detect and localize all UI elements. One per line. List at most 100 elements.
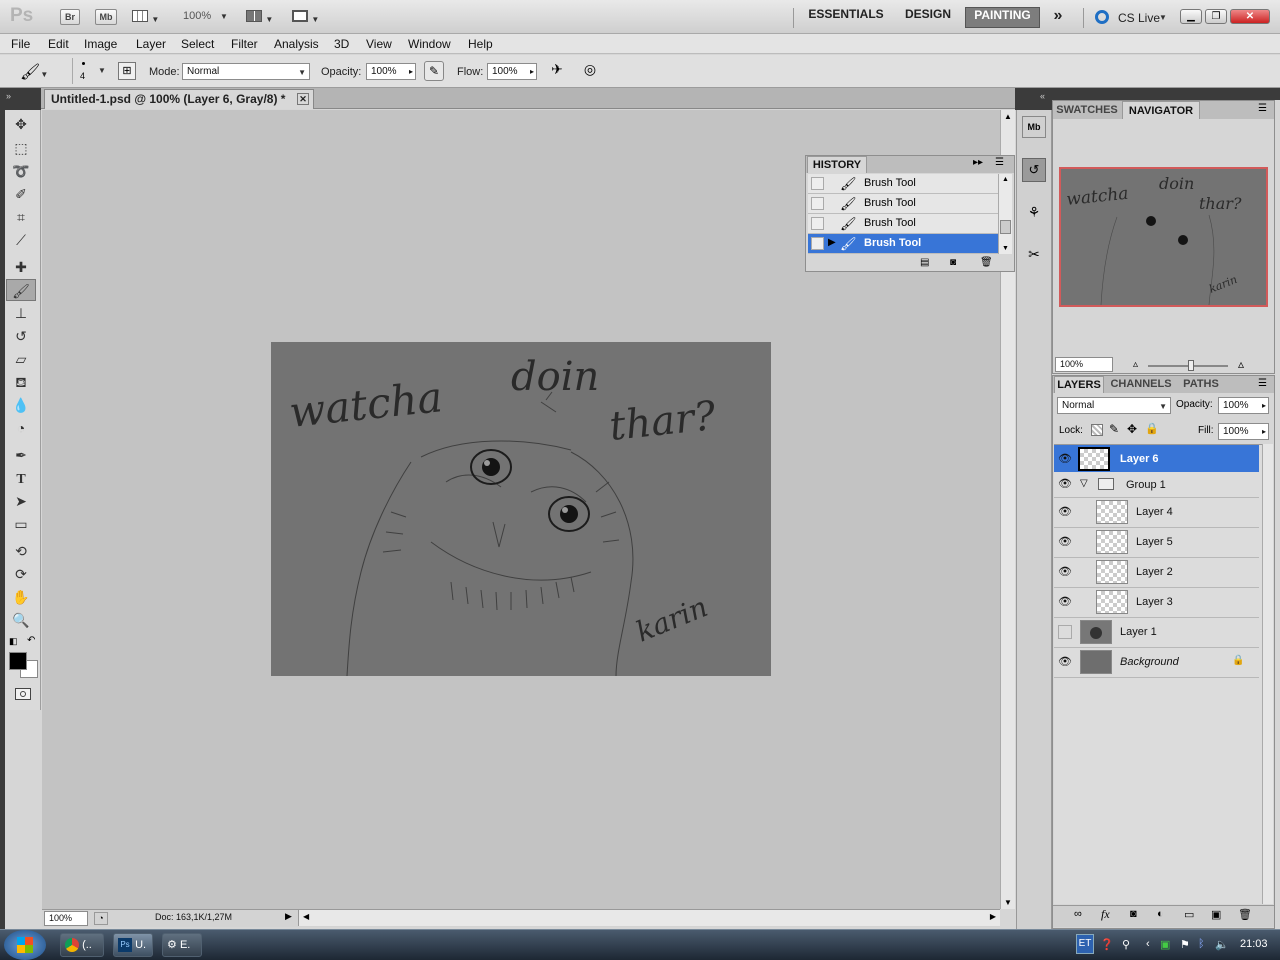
mode-select[interactable]: Normal ▼ [182, 63, 310, 80]
workspace-essentials[interactable]: ESSENTIALS [806, 7, 886, 28]
lock-transparency-icon[interactable] [1091, 424, 1103, 436]
artwork-canvas[interactable]: watcha doin thar? karin [271, 342, 771, 677]
scroll-left-icon[interactable]: ◀ [303, 912, 309, 921]
3d-orbit-tool[interactable]: ⟳ [6, 563, 36, 585]
quick-selection-tool[interactable]: ✐ [6, 183, 36, 205]
eye-icon[interactable]: 👁 [1058, 477, 1072, 491]
navigator-zoom-slider-thumb[interactable] [1188, 360, 1194, 371]
3d-rotate-tool[interactable]: ⟲ [6, 540, 36, 562]
history-item[interactable]: 🖌 Brush Tool [808, 174, 998, 194]
history-snapshot-checkbox[interactable] [811, 197, 824, 210]
lock-pixels-icon[interactable]: ✎ [1109, 422, 1119, 436]
tab-layers[interactable]: LAYERS [1054, 376, 1104, 393]
lasso-tool[interactable]: ➰ [6, 160, 36, 182]
clone-source-icon[interactable]: ✂ [1022, 246, 1046, 268]
navigator-zoom-input[interactable]: 100% [1055, 357, 1113, 372]
new-document-from-state-icon[interactable]: ▤ [920, 257, 929, 268]
pen-tool[interactable]: ✒ [6, 444, 36, 466]
pressure-size-toggle[interactable]: ◎ [580, 61, 600, 81]
new-snapshot-icon[interactable]: ◙ [950, 257, 956, 268]
history-snapshot-checkbox[interactable] [811, 217, 824, 230]
eye-icon[interactable]: 👁 [1058, 505, 1072, 519]
taskbar-button-explorer[interactable]: ⚙ E. [162, 933, 202, 957]
history-snapshot-checkbox[interactable] [811, 177, 824, 190]
blur-tool[interactable]: 💧 [6, 394, 36, 416]
disclosure-triangle-icon[interactable]: ▽ [1080, 478, 1088, 489]
eraser-tool[interactable]: ▱ [6, 348, 36, 370]
status-info-icon[interactable]: ◔ [94, 912, 108, 925]
brush-panel-toggle[interactable]: ⊞ [118, 62, 136, 80]
arrange-documents-button[interactable]: ▼ [246, 10, 280, 24]
status-menu-arrow-icon[interactable]: ▶ [285, 911, 292, 922]
bridge-button[interactable]: Br [60, 9, 80, 25]
eye-icon[interactable]: 👁 [1058, 595, 1072, 609]
tab-navigator[interactable]: NAVIGATOR [1122, 101, 1200, 119]
trash-icon[interactable]: 🗑 [1238, 908, 1252, 921]
layer-row[interactable]: 👁 Layer 6 [1054, 445, 1259, 475]
history-panel-icon[interactable]: ↺ [1022, 158, 1046, 182]
menu-analysis[interactable]: Analysis [274, 37, 319, 51]
menu-layer[interactable]: Layer [136, 37, 166, 51]
tool-preset-picker[interactable]: 🖌▼ [20, 62, 54, 82]
menu-file[interactable]: File [11, 37, 30, 51]
tab-channels[interactable]: CHANNELS [1108, 376, 1174, 393]
cs-live-button[interactable]: CS Live [1118, 11, 1160, 25]
app-zoom-level[interactable]: 100% [183, 10, 211, 22]
lock-position-icon[interactable]: ✥ [1127, 422, 1137, 436]
add-mask-icon[interactable]: ◙ [1130, 908, 1137, 920]
restore-button[interactable]: ❐ [1205, 9, 1227, 24]
crop-tool[interactable]: ⌗ [6, 206, 36, 228]
clock[interactable]: 21:03 [1240, 938, 1268, 950]
tab-swatches[interactable]: SWATCHES [1055, 101, 1119, 119]
layer-style-fx-icon[interactable]: fx [1101, 907, 1110, 922]
workspace-painting[interactable]: PAINTING [965, 7, 1040, 28]
history-item[interactable]: 🖌 Brush Tool [808, 214, 998, 234]
layer-group-row[interactable]: 👁 ▽ Group 1 [1054, 472, 1259, 498]
scroll-down-icon[interactable]: ▼ [1002, 245, 1009, 252]
path-selection-tool[interactable]: ➤ [6, 490, 36, 512]
close-button[interactable]: ✕ [1230, 9, 1270, 24]
eye-icon[interactable]: 👁 [1058, 535, 1072, 549]
move-tool[interactable]: ✥ [6, 113, 36, 135]
bluetooth-icon[interactable]: ᛒ [1198, 938, 1205, 950]
pressure-opacity-toggle[interactable]: ✎ [424, 61, 444, 81]
chevron-down-icon[interactable]: ▼ [220, 12, 228, 21]
panel-menu-icon[interactable]: ☰ [995, 157, 1004, 168]
layers-scrollbar[interactable] [1262, 444, 1273, 904]
flow-input[interactable]: 100% ▸ [487, 63, 537, 80]
language-indicator[interactable]: ET [1076, 934, 1094, 954]
screen-mode-button[interactable]: ▼ [292, 10, 326, 24]
mini-bridge-button[interactable]: Mb [95, 9, 117, 25]
zoom-out-icon[interactable]: ▵ [1133, 359, 1138, 370]
taskbar-button-chrome[interactable]: (.. [60, 933, 104, 957]
close-tab-icon[interactable]: ✕ [297, 93, 309, 105]
layer-row[interactable]: Layer 1 [1054, 618, 1259, 648]
blend-mode-select[interactable]: Normal ▼ [1057, 397, 1171, 414]
collapse-icon[interactable]: » [6, 91, 11, 101]
menu-view[interactable]: View [366, 37, 392, 51]
zoom-in-icon[interactable]: ▵ [1238, 357, 1244, 371]
minimize-button[interactable]: ▁ [1180, 9, 1202, 24]
tray-app-icon[interactable]: ▣ [1160, 938, 1170, 951]
taskbar-button-photoshop[interactable]: Ps U. [113, 933, 153, 957]
menu-edit[interactable]: Edit [48, 37, 69, 51]
history-tab[interactable]: HISTORY [807, 156, 867, 173]
layer-row[interactable]: 👁 Layer 3 [1054, 588, 1259, 618]
view-extras-button[interactable]: ▼ [132, 10, 166, 24]
brush-preset-picker[interactable]: 4 ▼ [78, 58, 108, 84]
panel-menu-icon[interactable]: ☰ [1258, 378, 1267, 389]
document-tab[interactable]: Untitled-1.psd @ 100% (Layer 6, Gray/8) … [44, 89, 314, 109]
default-colors-icon[interactable]: ◧ [9, 636, 18, 647]
tray-app-icon[interactable]: ⚑ [1180, 938, 1190, 951]
fill-input[interactable]: 100% ▸ [1218, 423, 1269, 440]
menu-image[interactable]: Image [84, 37, 117, 51]
volume-icon[interactable]: 🔈 [1215, 938, 1229, 951]
navigator-preview[interactable]: watcha doin thar? karin [1059, 167, 1268, 307]
panel-menu-icon[interactable]: ☰ [1258, 103, 1267, 114]
menu-3d[interactable]: 3D [334, 37, 349, 51]
history-item[interactable]: 🖌 Brush Tool [808, 194, 998, 214]
visibility-toggle-off[interactable] [1058, 625, 1072, 639]
network-icon[interactable]: ⚲ [1122, 938, 1130, 951]
opacity-input[interactable]: 100% ▸ [366, 63, 416, 80]
quick-mask-button[interactable] [15, 688, 31, 700]
